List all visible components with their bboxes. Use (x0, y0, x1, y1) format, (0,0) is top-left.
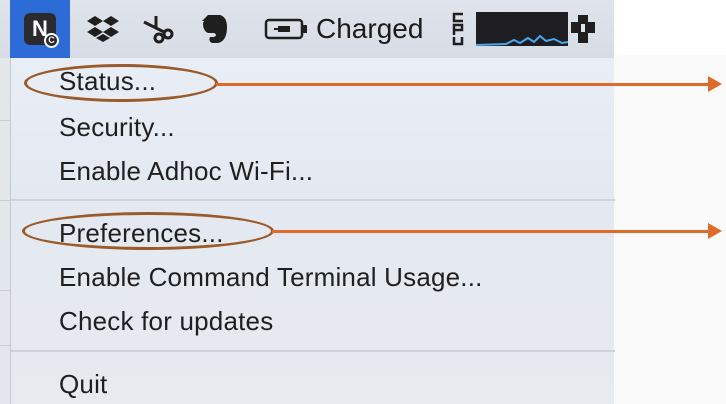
menu-separator (11, 199, 615, 201)
scissors-icon[interactable] (136, 0, 182, 58)
annotation-arrow-preferences (272, 230, 710, 233)
app-menu-icon[interactable]: N C (10, 0, 70, 58)
menu-item-enable-command-terminal[interactable]: Enable Command Terminal Usage... (11, 254, 615, 300)
plugin-icon[interactable] (560, 0, 606, 58)
annotation-arrow-status (216, 83, 710, 86)
highlight-ring-status (24, 64, 218, 102)
cpu-label (448, 0, 468, 58)
cpu-monitor-graph[interactable] (475, 12, 569, 46)
arrow-head-preferences (708, 223, 722, 239)
menu-item-check-updates[interactable]: Check for updates (11, 298, 615, 344)
menu-item-security[interactable]: Security... (11, 104, 615, 150)
battery-icon[interactable] (260, 0, 312, 58)
evernote-icon[interactable] (192, 0, 238, 58)
highlight-ring-preferences (22, 212, 274, 250)
menu-separator (11, 350, 615, 352)
menu-item-enable-adhoc-wifi[interactable]: Enable Adhoc Wi-Fi... (11, 148, 615, 194)
menu-bar: N C Charged (0, 0, 614, 58)
battery-status-text[interactable]: Charged (316, 0, 434, 58)
arrow-head-status (708, 76, 722, 92)
menu-item-quit[interactable]: Quit (11, 361, 615, 404)
background-window-edge (0, 0, 10, 404)
dropbox-icon[interactable] (80, 0, 126, 58)
app-logo-icon: N C (24, 13, 59, 48)
